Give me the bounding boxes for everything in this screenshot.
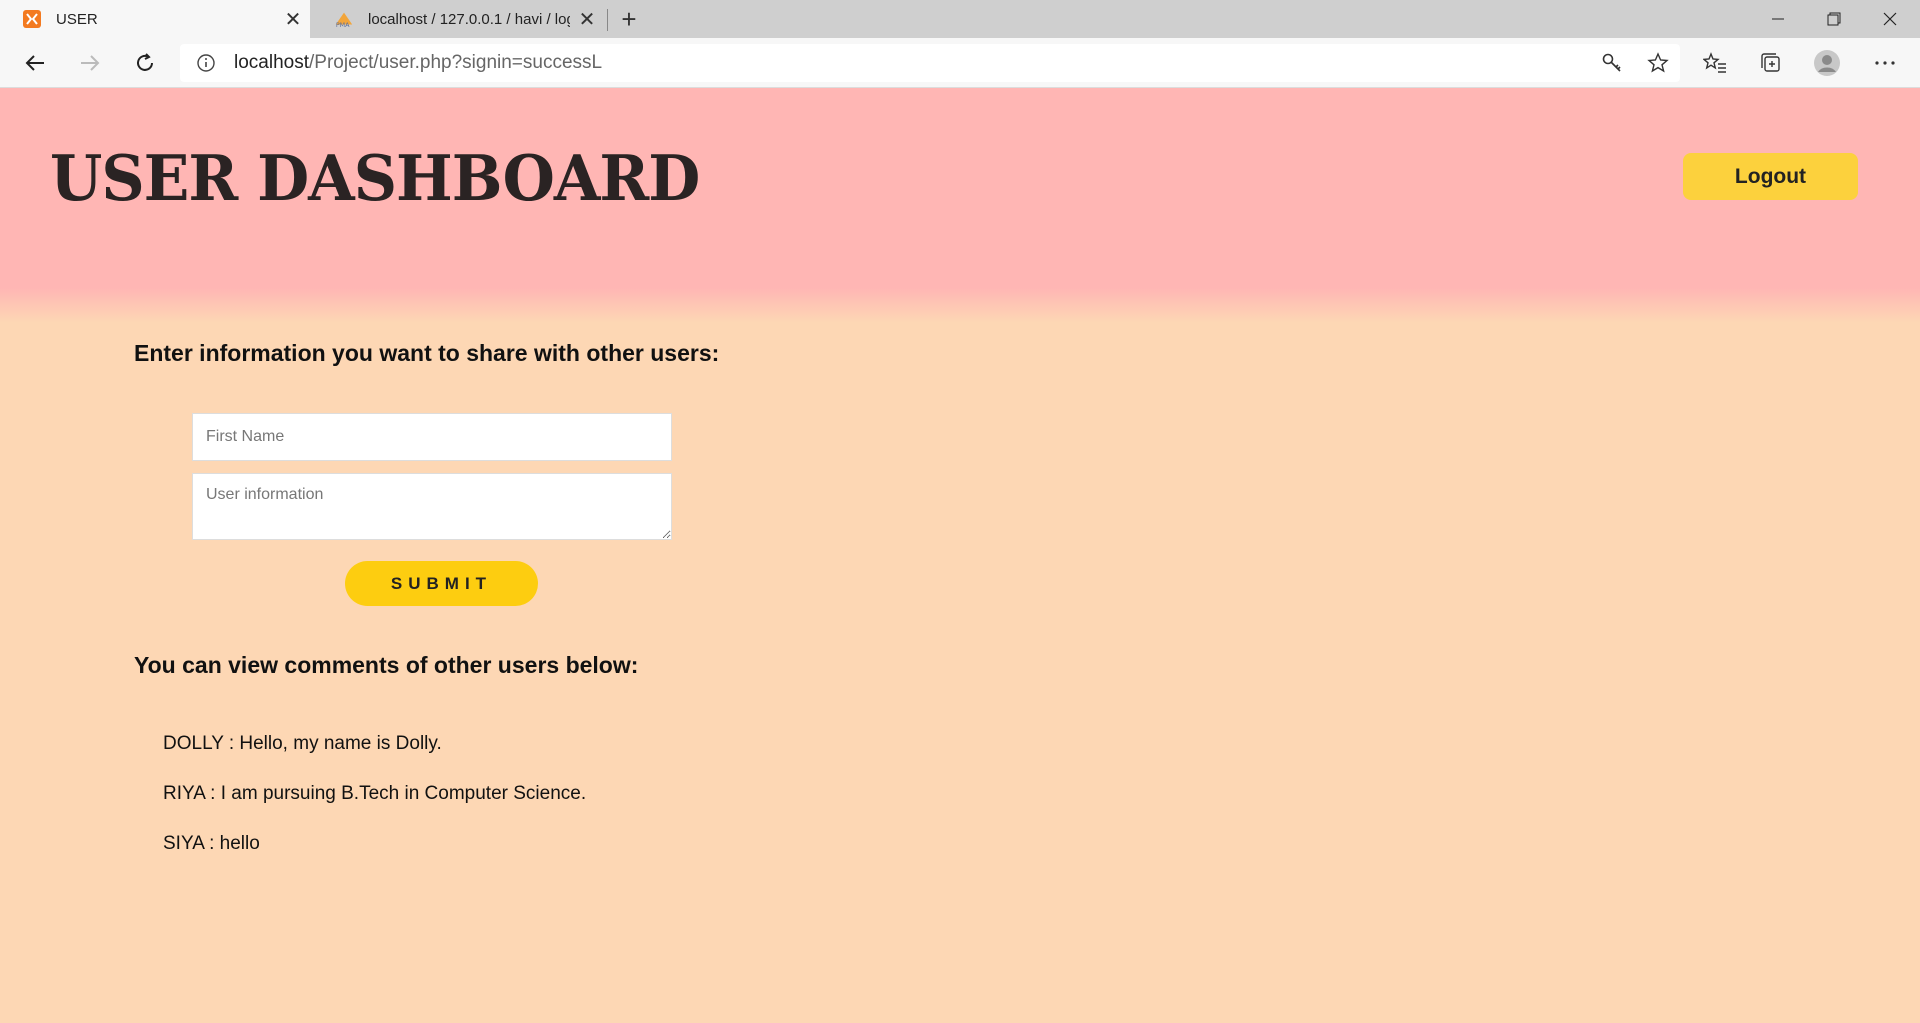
url-path: /Project/user.php?signin=successL [309, 52, 603, 73]
page-title: USER DASHBOARD [50, 142, 700, 216]
collections-icon[interactable] [1746, 38, 1796, 88]
close-window-icon[interactable] [1862, 0, 1918, 38]
tab-user[interactable]: USER ✕ [0, 0, 310, 38]
comment-item: RIYA : I am pursuing B.Tech in Computer … [163, 783, 587, 804]
browser-toolbar: localhost/Project/user.php?signin=succes… [0, 38, 1920, 88]
favorites-list-icon[interactable] [1690, 38, 1740, 88]
more-options-icon[interactable] [1860, 38, 1910, 88]
close-tab-icon[interactable]: ✕ [276, 7, 310, 32]
phpmyadmin-favicon-icon: PMA [334, 9, 354, 29]
browser-tab-bar: USER ✕ PMA localhost / 127.0.0.1 / havi … [0, 0, 1920, 38]
site-info-icon[interactable] [196, 53, 216, 73]
svg-text:PMA: PMA [336, 22, 350, 29]
tab-title: USER [56, 10, 98, 28]
tab-separator [607, 9, 608, 31]
url-host: localhost [234, 52, 309, 73]
xampp-favicon-icon [22, 9, 42, 29]
submit-button[interactable]: SUBMIT [345, 561, 538, 606]
share-form-heading: Enter information you want to share with… [134, 340, 720, 366]
page-content: USER DASHBOARD Logout Enter information … [0, 88, 1920, 1023]
logout-button[interactable]: Logout [1683, 153, 1858, 200]
user-information-textarea[interactable] [192, 473, 672, 540]
comment-item: SIYA : hello [163, 833, 260, 854]
tab-phpmyadmin[interactable]: PMA localhost / 127.0.0.1 / havi / login… [312, 0, 604, 38]
url-text: localhost/Project/user.php?signin=succes… [234, 52, 602, 74]
tab-title: localhost / 127.0.0.1 / havi / login [368, 10, 570, 28]
forward-arrow-icon[interactable] [68, 38, 112, 88]
back-arrow-icon[interactable] [13, 38, 57, 88]
comments-heading: You can view comments of other users bel… [134, 652, 639, 678]
profile-avatar-icon[interactable] [1802, 38, 1852, 88]
address-bar[interactable]: localhost/Project/user.php?signin=succes… [180, 44, 1680, 82]
new-tab-icon[interactable]: + [614, 2, 644, 36]
comments-list: DOLLY : Hello, my name is Dolly. RIYA : … [163, 733, 586, 883]
first-name-input[interactable] [192, 413, 672, 461]
refresh-icon[interactable] [123, 38, 167, 88]
minimize-icon[interactable] [1750, 0, 1806, 38]
comment-item: DOLLY : Hello, my name is Dolly. [163, 733, 442, 754]
key-icon[interactable] [1590, 44, 1634, 82]
close-tab-icon[interactable]: ✕ [570, 7, 604, 32]
restore-icon[interactable] [1806, 0, 1862, 38]
favorite-star-icon[interactable] [1636, 44, 1680, 82]
